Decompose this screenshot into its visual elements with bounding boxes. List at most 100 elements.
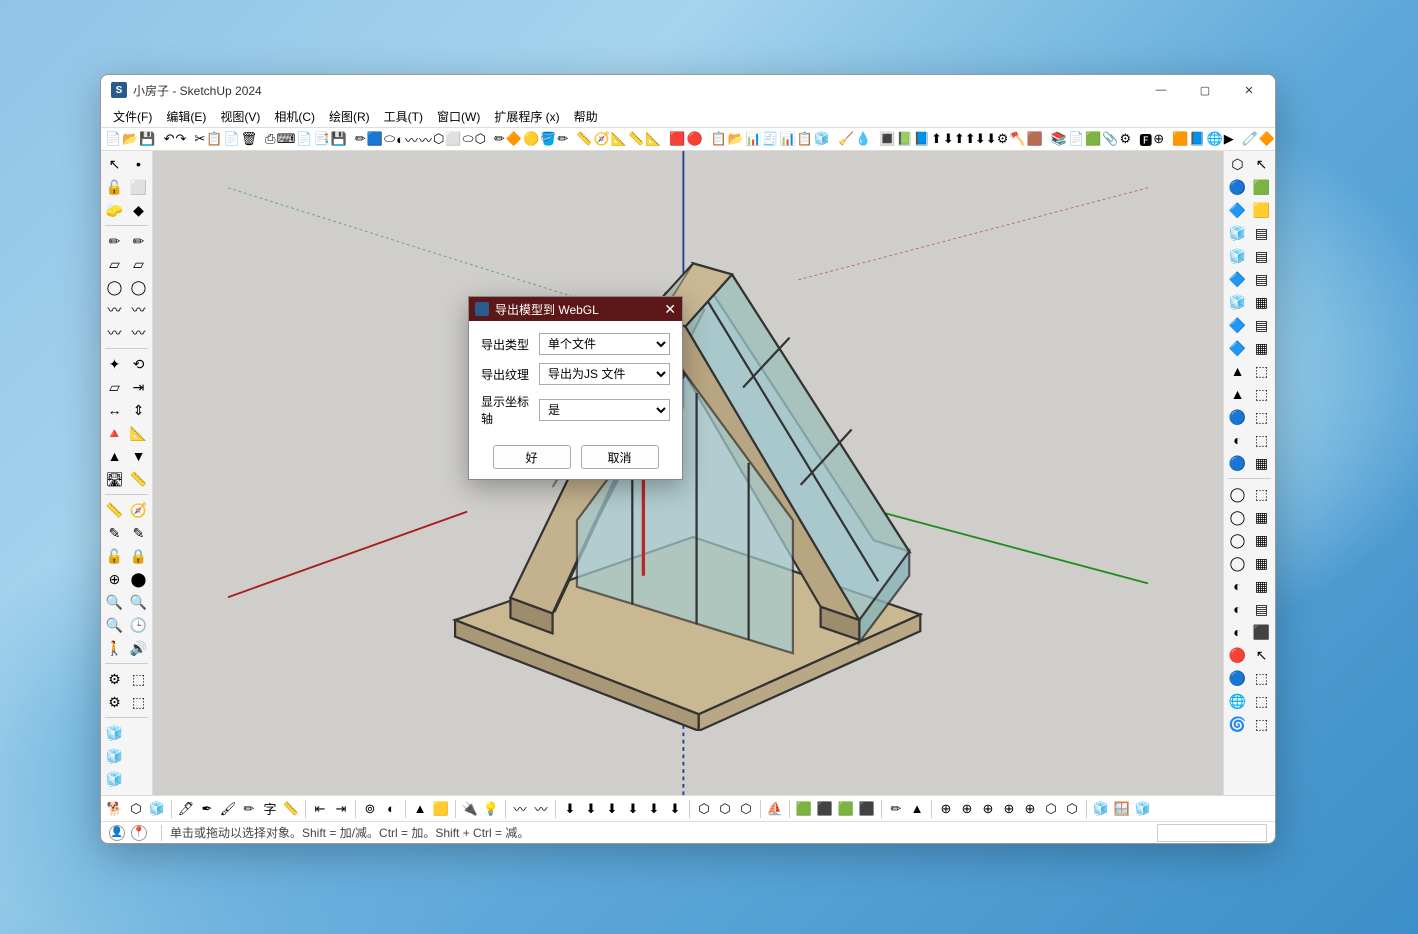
tool-button[interactable]: ◐ (1226, 429, 1249, 451)
toolbar-button[interactable]: 🧊 (814, 129, 830, 149)
toolbar-button[interactable]: ⬇ (560, 799, 580, 819)
menu-draw[interactable]: 绘图(R) (323, 106, 376, 127)
toolbar-button[interactable]: 🧹 (838, 129, 854, 149)
toolbar-button[interactable]: 🔳 (879, 129, 895, 149)
tool-button[interactable]: 〰 (127, 322, 150, 344)
toolbar-button[interactable]: ✂ (194, 129, 205, 149)
menu-tools[interactable]: 工具(T) (378, 106, 429, 127)
toolbar-button[interactable]: 🔴 (687, 129, 703, 149)
toolbar-button[interactable]: 〰 (531, 799, 551, 819)
toolbar-button[interactable]: ✏ (494, 129, 505, 149)
toolbar-button[interactable]: 📘 (914, 129, 930, 149)
tool-button[interactable] (127, 745, 150, 767)
tool-button[interactable]: ✦ (103, 353, 126, 375)
toolbar-button[interactable]: 📄 (296, 129, 312, 149)
toolbar-button[interactable]: 📚 (1051, 129, 1067, 149)
tool-button[interactable]: ⬚ (1250, 713, 1273, 735)
tool-button[interactable]: ▤ (1250, 245, 1273, 267)
toolbar-button[interactable]: 📏 (628, 129, 644, 149)
toolbar-button[interactable]: ▶ (1224, 129, 1234, 149)
toolbar-button[interactable]: 🟩 (836, 799, 856, 819)
tool-button[interactable]: ▦ (1250, 337, 1273, 359)
toolbar-button[interactable]: ⬛ (815, 799, 835, 819)
tool-button[interactable]: ✏ (127, 230, 150, 252)
toolbar-button[interactable]: 🅵 (1139, 129, 1152, 149)
toolbar-button[interactable]: 📋 (797, 129, 813, 149)
toolbar-button[interactable]: 💾 (331, 129, 347, 149)
status-user-icon[interactable]: 👤 (109, 825, 125, 841)
tool-button[interactable]: ▲ (103, 445, 126, 467)
tool-button[interactable]: 🔷 (1226, 268, 1249, 290)
toolbar-button[interactable]: 📊 (779, 129, 795, 149)
toolbar-button[interactable]: 🔶 (506, 129, 522, 149)
menu-edit[interactable]: 编辑(E) (160, 106, 212, 127)
tool-button[interactable]: 🔓 (103, 545, 126, 567)
tool-button[interactable]: ⊕ (103, 568, 126, 590)
maximize-button[interactable]: ▢ (1183, 75, 1227, 105)
toolbar-button[interactable]: ⬡ (1062, 799, 1082, 819)
toolbar-button[interactable]: ⚙ (997, 129, 1009, 149)
tool-button[interactable]: 🛣 (103, 468, 126, 490)
tool-button[interactable]: 🔷 (1226, 314, 1249, 336)
toolbar-button[interactable]: ⬇⬇ (976, 129, 996, 149)
toolbar-button[interactable]: 📐 (611, 129, 627, 149)
toolbar-button[interactable]: 🟡 (523, 129, 539, 149)
tool-button[interactable]: 🧊 (1226, 245, 1249, 267)
toolbar-button[interactable]: 🧊 (1133, 799, 1153, 819)
tool-button[interactable]: ▤ (1250, 314, 1273, 336)
toolbar-button[interactable]: ⊕ (957, 799, 977, 819)
toolbar-button[interactable]: ◐ (381, 799, 401, 819)
toolbar-button[interactable]: 🟦 (367, 129, 383, 149)
tool-button[interactable]: 🧊 (103, 768, 126, 790)
toolbar-button[interactable]: 🧊 (147, 799, 167, 819)
toolbar-button[interactable]: ↷ (175, 129, 186, 149)
tool-button[interactable]: 🔓 (103, 176, 126, 198)
menu-view[interactable]: 视图(V) (214, 106, 266, 127)
minimize-button[interactable]: — (1139, 75, 1183, 105)
tool-button[interactable]: ⬛ (1250, 621, 1273, 643)
toolbar-button[interactable]: 🟫 (1027, 129, 1043, 149)
toolbar-button[interactable]: 🌐 (1207, 129, 1223, 149)
tool-button[interactable]: 📏 (103, 499, 126, 521)
tool-button[interactable]: 〰 (103, 299, 126, 321)
toolbar-button[interactable]: 📄 (1068, 129, 1084, 149)
toolbar-button[interactable]: 🗑 (241, 129, 258, 149)
tool-button[interactable]: 🔵 (1226, 452, 1249, 474)
tool-button[interactable]: 🧽 (103, 199, 126, 221)
tool-button[interactable]: ⬚ (1250, 429, 1273, 451)
toolbar-button[interactable]: 📗 (897, 129, 913, 149)
tool-button[interactable]: ⟲ (127, 353, 150, 375)
tool-button[interactable]: ↔ (103, 399, 126, 421)
tool-button[interactable]: ✎ (127, 522, 150, 544)
tool-button[interactable]: 🌐 (1226, 690, 1249, 712)
toolbar-button[interactable]: 📂 (728, 129, 744, 149)
toolbar-button[interactable]: 🟨 (431, 799, 451, 819)
toolbar-button[interactable]: ⬭ (384, 129, 395, 149)
toolbar-button[interactable]: ⚙ (1120, 129, 1132, 149)
tool-button[interactable]: ◯ (103, 276, 126, 298)
tool-button[interactable]: 🧊 (1226, 291, 1249, 313)
toolbar-button[interactable]: ⬆⬆ (955, 129, 975, 149)
toolbar-button[interactable]: 📄 (105, 129, 121, 149)
toolbar-button[interactable]: 🟩 (1085, 129, 1101, 149)
tool-button[interactable]: ▦ (1250, 506, 1273, 528)
tool-button[interactable]: 🟩 (1250, 176, 1273, 198)
tool-button[interactable]: ⚙ (103, 691, 126, 713)
toolbar-button[interactable]: ⬡ (475, 129, 486, 149)
tool-button[interactable]: ◐ (1226, 575, 1249, 597)
toolbar-button[interactable]: 〰 (510, 799, 530, 819)
tool-button[interactable]: ▤ (1250, 222, 1273, 244)
menu-window[interactable]: 窗口(W) (431, 106, 486, 127)
toolbar-button[interactable]: 〰 (405, 129, 418, 149)
toolbar-button[interactable]: 📋 (206, 129, 222, 149)
tool-button[interactable]: ◯ (1226, 483, 1249, 505)
tool-button[interactable]: 🧊 (1226, 222, 1249, 244)
tool-button[interactable]: ◆ (127, 199, 150, 221)
tool-button[interactable]: 🔵 (1226, 176, 1249, 198)
tool-button[interactable]: 🔷 (1226, 337, 1249, 359)
toolbar-button[interactable]: 🐕 (105, 799, 125, 819)
toolbar-button[interactable]: ▲ (410, 799, 430, 819)
toolbar-button[interactable]: ⊕ (999, 799, 1019, 819)
tool-button[interactable]: ⬜ (127, 176, 150, 198)
tool-button[interactable]: 🔍 (103, 591, 126, 613)
